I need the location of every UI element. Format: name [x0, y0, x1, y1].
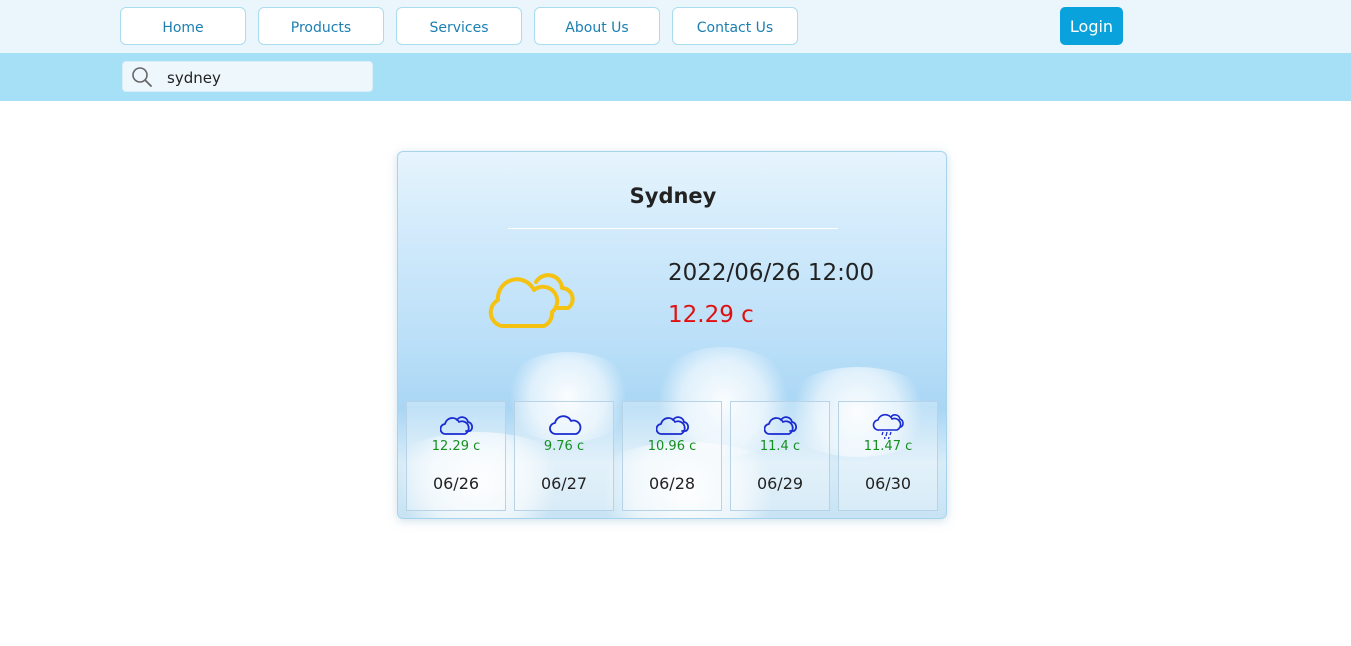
nav-about-us-button[interactable]: About Us [534, 7, 660, 45]
main-nav: Home Products Services About Us Contact … [120, 7, 798, 45]
login-button[interactable]: Login [1060, 7, 1123, 45]
partly-cloudy-icon [486, 260, 581, 330]
forecast-day[interactable]: 9.76 c 06/27 [514, 401, 614, 511]
divider [508, 228, 838, 229]
nav-home-button[interactable]: Home [120, 7, 246, 45]
search-input[interactable] [167, 66, 357, 87]
top-navigation-bar: Home Products Services About Us Contact … [0, 0, 1351, 53]
nav-products-button[interactable]: Products [258, 7, 384, 45]
forecast-temperature: 11.47 c [863, 439, 913, 454]
cloud-icon [548, 412, 582, 438]
forecast-temperature: 9.76 c [543, 439, 585, 454]
forecast-day[interactable]: 12.29 c 06/26 [406, 401, 506, 511]
current-datetime: 2022/06/26 12:00 [668, 260, 875, 286]
forecast-date: 06/26 [432, 474, 480, 493]
partly-cloudy-icon [655, 412, 690, 438]
forecast-date: 06/30 [864, 474, 912, 493]
forecast-day[interactable]: 10.96 c 06/28 [622, 401, 722, 511]
forecast-date: 06/28 [648, 474, 696, 493]
partly-cloudy-icon [763, 412, 798, 438]
city-name: Sydney [629, 184, 717, 208]
current-temperature: 12.29 c [668, 302, 754, 328]
partly-cloudy-icon [439, 412, 474, 438]
forecast-day[interactable]: 11.4 c 06/29 [730, 401, 830, 511]
search-icon[interactable] [131, 66, 153, 88]
nav-services-button[interactable]: Services [396, 7, 522, 45]
forecast-date: 06/27 [540, 474, 588, 493]
weather-card: Sydney 2022/06/26 12:00 12.29 c 12.29 c … [397, 151, 947, 519]
forecast-temperature: 11.4 c [759, 439, 801, 454]
nav-contact-us-button[interactable]: Contact Us [672, 7, 798, 45]
rain-icon [872, 412, 906, 440]
search-bar [0, 53, 1351, 101]
forecast-temperature: 12.29 c [431, 439, 481, 454]
forecast-temperature: 10.96 c [647, 439, 697, 454]
search-box[interactable] [122, 61, 373, 92]
forecast-date: 06/29 [756, 474, 804, 493]
forecast-list: 12.29 c 06/26 9.76 c 06/27 10.96 c 06/28 [406, 401, 938, 511]
forecast-day[interactable]: 11.47 c 06/30 [838, 401, 938, 511]
